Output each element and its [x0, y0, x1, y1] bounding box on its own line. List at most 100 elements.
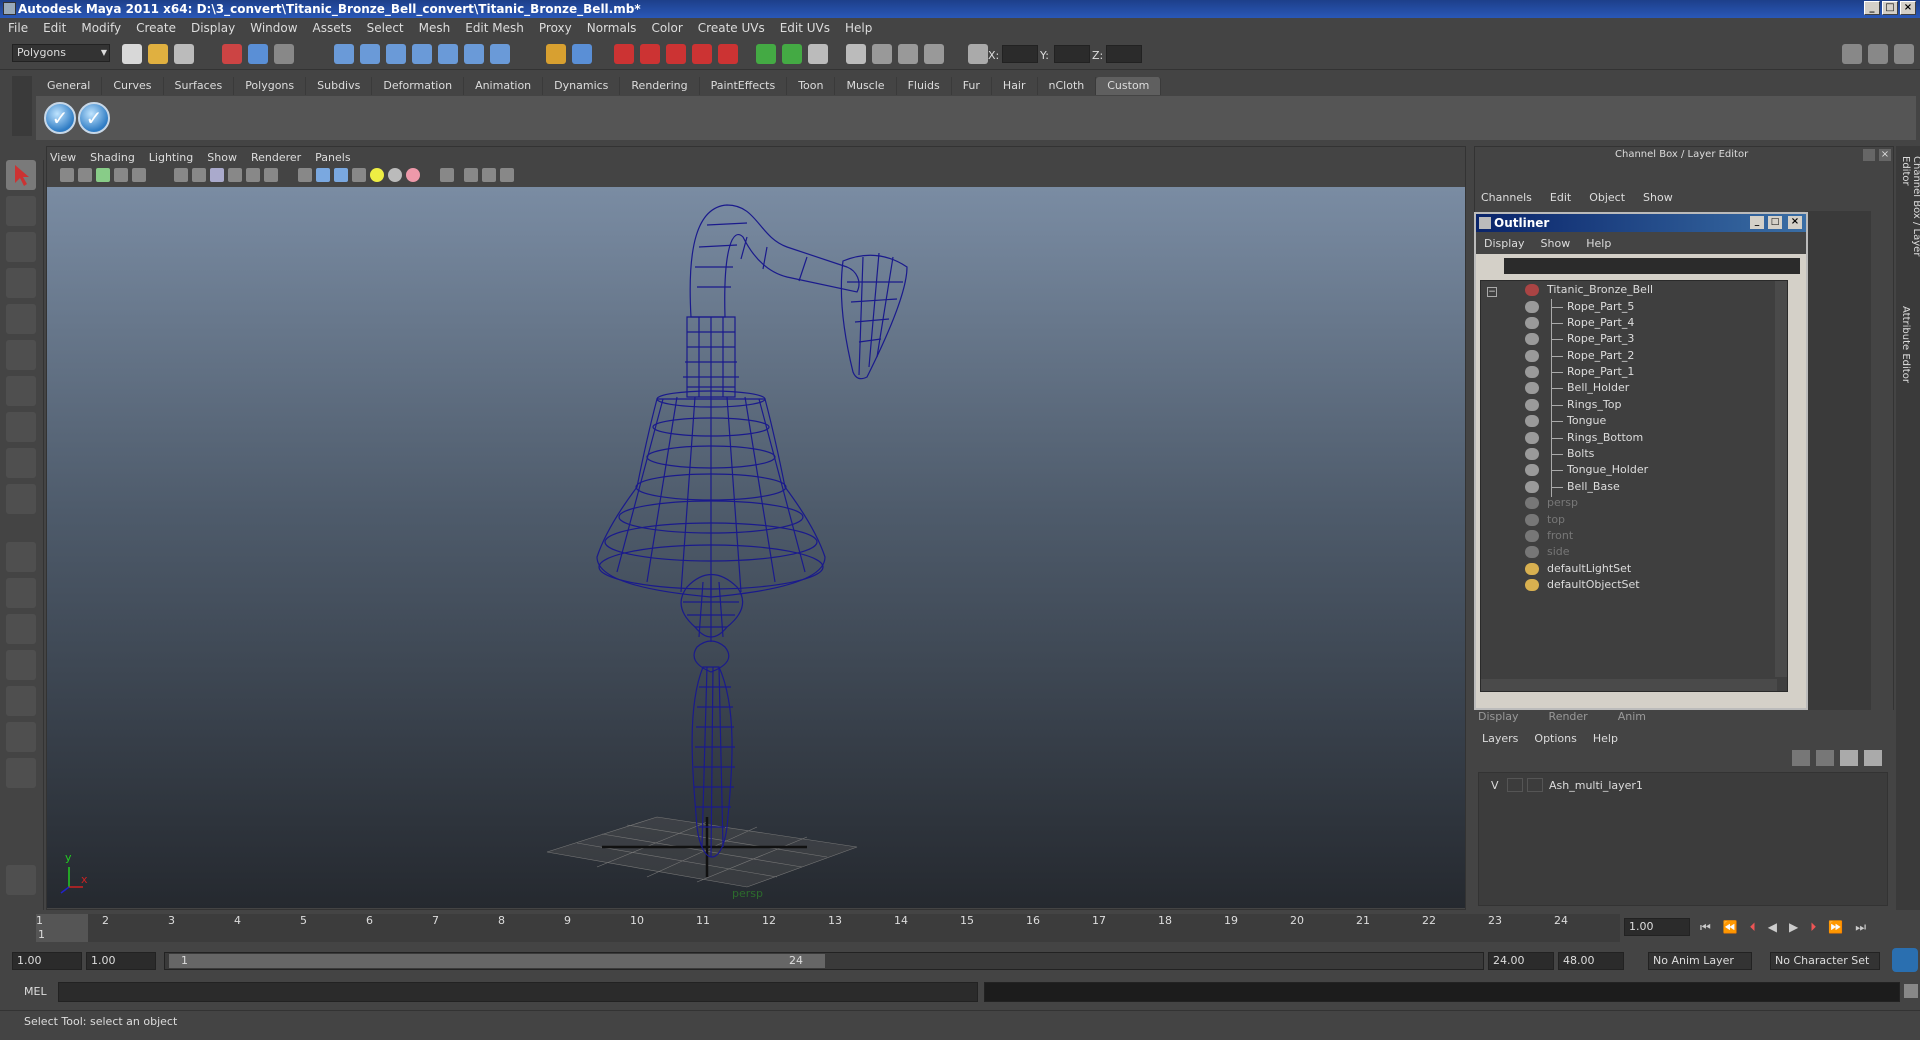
- tree-row[interactable]: Tongue_Holder: [1481, 461, 1781, 479]
- shelf-tab-fluids[interactable]: Fluids: [897, 77, 952, 95]
- close-button[interactable]: ×: [1900, 1, 1916, 15]
- maximize-icon[interactable]: □: [1768, 216, 1782, 229]
- shelf-tab-polygons[interactable]: Polygons: [234, 77, 307, 95]
- step-forward-frame-icon[interactable]: ⏵: [1810, 920, 1816, 935]
- field-chart-icon[interactable]: [228, 168, 242, 182]
- xray-components-icon[interactable]: [500, 168, 514, 182]
- viewport-menu-lighting[interactable]: Lighting: [149, 151, 193, 164]
- hypershade-persp-layout-icon[interactable]: [6, 722, 36, 752]
- channel-box-menu-show[interactable]: Show: [1643, 191, 1673, 204]
- menu-file[interactable]: File: [8, 21, 28, 35]
- move-layer-up-icon[interactable]: [1792, 750, 1810, 766]
- construction-history-icon[interactable]: [572, 44, 592, 64]
- wireframe-icon[interactable]: [298, 168, 312, 182]
- z-field[interactable]: [1106, 45, 1142, 63]
- layer-menu-help[interactable]: Help: [1593, 732, 1618, 745]
- shelf-tab-curves[interactable]: Curves: [102, 77, 164, 95]
- four-view-layout-icon[interactable]: [6, 578, 36, 608]
- snap-surface-icon[interactable]: [438, 44, 458, 64]
- safe-title-icon[interactable]: [264, 168, 278, 182]
- persp-graph-layout-icon[interactable]: [6, 650, 36, 680]
- maximize-button[interactable]: □: [1882, 1, 1898, 15]
- layer-tab-anim[interactable]: Anim: [1618, 710, 1646, 723]
- layer-visibility-toggle[interactable]: V: [1491, 779, 1499, 792]
- input-line-icon[interactable]: [756, 44, 776, 64]
- snowflake-icon[interactable]: [6, 865, 36, 895]
- close-icon[interactable]: ×: [1788, 216, 1802, 229]
- textured-icon[interactable]: [352, 168, 366, 182]
- bookmark-icon[interactable]: [96, 168, 110, 182]
- use-all-lights-icon[interactable]: [370, 168, 384, 182]
- tree-row[interactable]: Bell_Holder: [1481, 379, 1781, 397]
- go-to-end-icon[interactable]: ⏭: [1855, 920, 1866, 935]
- last-tool-icon[interactable]: [6, 484, 36, 514]
- bell-wireframe-model[interactable]: [47, 187, 1465, 908]
- shelf-tab-custom[interactable]: Custom: [1096, 77, 1162, 95]
- tree-row-camera[interactable]: side: [1481, 543, 1781, 561]
- rotate-tool-icon[interactable]: [6, 304, 36, 334]
- shelf-tab-toon[interactable]: Toon: [787, 77, 836, 95]
- xray-joints-icon[interactable]: [482, 168, 496, 182]
- viewport-menu-renderer[interactable]: Renderer: [251, 151, 301, 164]
- anim-layer-dropdown[interactable]: No Anim Layer: [1648, 952, 1752, 970]
- menu-edit-mesh[interactable]: Edit Mesh: [465, 21, 524, 35]
- tab-attribute-editor[interactable]: Attribute Editor: [1900, 306, 1911, 416]
- camera-attributes-icon[interactable]: [78, 168, 92, 182]
- render-settings-icon[interactable]: [666, 44, 686, 64]
- scale-tool-icon[interactable]: [6, 340, 36, 370]
- menu-mesh[interactable]: Mesh: [419, 21, 451, 35]
- question-icon[interactable]: [490, 44, 510, 64]
- layer-tab-render[interactable]: Render: [1549, 710, 1588, 723]
- new-layer-icon[interactable]: [1840, 750, 1858, 766]
- outliner-persp-graph-layout-icon[interactable]: [6, 686, 36, 716]
- high-quality-icon[interactable]: [406, 168, 420, 182]
- animation-start-field[interactable]: 1.00: [12, 952, 82, 970]
- isolate-select-icon[interactable]: [440, 168, 454, 182]
- layer-editor-icon[interactable]: [924, 44, 944, 64]
- close-icon[interactable]: ×: [1879, 149, 1891, 161]
- viewport-menu-shading[interactable]: Shading: [90, 151, 135, 164]
- single-perspective-layout-icon[interactable]: [6, 542, 36, 572]
- tree-row[interactable]: Tongue: [1481, 412, 1781, 430]
- outliner-menu-display[interactable]: Display: [1484, 237, 1525, 250]
- command-language-label[interactable]: MEL: [24, 985, 47, 998]
- shelf-tab-hair[interactable]: Hair: [992, 77, 1038, 95]
- step-back-frame-icon[interactable]: ⏴: [1750, 920, 1756, 935]
- outliner-menu-help[interactable]: Help: [1586, 237, 1611, 250]
- channel-box-menu-edit[interactable]: Edit: [1550, 191, 1571, 204]
- horizontal-scrollbar[interactable]: [1481, 679, 1777, 691]
- menu-edit-uvs[interactable]: Edit UVs: [780, 21, 830, 35]
- select-object-icon[interactable]: [248, 44, 268, 64]
- minimize-button[interactable]: _: [1864, 1, 1880, 15]
- current-time-field[interactable]: 1.00: [1624, 918, 1690, 936]
- vertical-scrollbar[interactable]: [1775, 281, 1787, 677]
- gate-mask-icon[interactable]: [210, 168, 224, 182]
- attribute-editor-icon[interactable]: [846, 44, 866, 64]
- viewport-menu-panels[interactable]: Panels: [315, 151, 350, 164]
- range-slider-handle[interactable]: [169, 954, 825, 968]
- timeline-track[interactable]: 1 1 2 3 4 5 6 7 8 9 10 11 12 13 14 15 16…: [36, 914, 1620, 942]
- persp-outliner-layout-icon[interactable]: [6, 614, 36, 644]
- tab-channel-box[interactable]: Channel Box / Layer Editor: [1900, 156, 1920, 286]
- menu-create[interactable]: Create: [136, 21, 176, 35]
- shelf-tab-muscle[interactable]: Muscle: [835, 77, 897, 95]
- hypershade-icon[interactable]: [692, 44, 712, 64]
- shelf-tab-ncloth[interactable]: nCloth: [1038, 77, 1097, 95]
- channel-box-menu-object[interactable]: Object: [1589, 191, 1625, 204]
- time-slider[interactable]: 1 1 2 3 4 5 6 7 8 9 10 11 12 13 14 15 16…: [0, 912, 1920, 946]
- toggle-channelbox-icon[interactable]: [1842, 44, 1862, 64]
- lock-icon[interactable]: [546, 44, 566, 64]
- select-hierarchy-icon[interactable]: [222, 44, 242, 64]
- shelf-tab-dynamics[interactable]: Dynamics: [543, 77, 621, 95]
- render-icon[interactable]: [614, 44, 634, 64]
- xray-icon[interactable]: [464, 168, 478, 182]
- show-manipulator-icon[interactable]: [6, 448, 36, 478]
- auto-key-icon[interactable]: [1892, 948, 1918, 972]
- wireframe-on-shaded-icon[interactable]: [334, 168, 348, 182]
- new-layer-selected-icon[interactable]: [1864, 750, 1882, 766]
- tool-settings-icon[interactable]: [872, 44, 892, 64]
- step-back-key-icon[interactable]: ⏪: [1723, 920, 1738, 935]
- shelf-menu-handle[interactable]: [12, 76, 32, 136]
- universal-manipulator-icon[interactable]: [6, 376, 36, 406]
- new-scene-icon[interactable]: [122, 44, 142, 64]
